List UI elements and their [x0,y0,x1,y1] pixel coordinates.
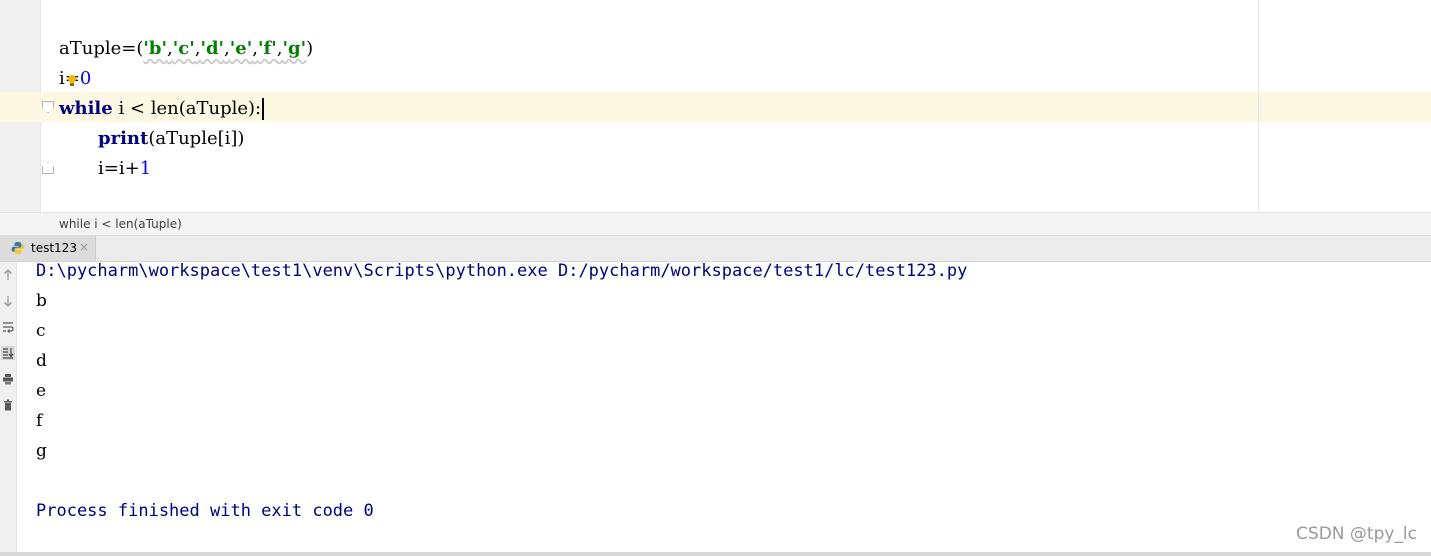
watermark: CSDN @tpy_lc [1296,524,1417,544]
code-line-4[interactable]: print(aTuple[i]) [98,124,244,154]
breadcrumb: while i < len(aTuple) [0,212,1431,236]
text-caret [262,98,265,120]
right-margin-guide [1258,0,1259,212]
breadcrumb-item[interactable]: while i < len(aTuple) [59,217,182,231]
run-console[interactable]: D:\pycharm\workspace\test1\venv\Scripts\… [0,261,1431,552]
console-output-line: g [36,441,47,461]
console-output-line: d [36,351,47,371]
tab-label: test123 [31,241,77,255]
tuple-variable: aTuple [59,38,122,59]
console-exit-message: Process finished with exit code 0 [36,501,374,521]
console-toolbar [0,262,17,552]
console-output-line: f [36,411,43,431]
soft-wrap-icon[interactable] [1,320,15,334]
intention-bulb-icon[interactable] [67,74,77,88]
scroll-to-end-icon[interactable] [1,346,15,360]
console-output-line: b [36,291,47,311]
bottom-border [0,552,1431,556]
console-output-line: e [36,381,47,401]
scroll-down-icon[interactable] [1,294,15,308]
scroll-up-icon[interactable] [1,268,15,282]
print-icon[interactable] [1,372,15,386]
console-output-line: c [36,321,46,341]
code-editor[interactable]: aTuple=('b','c','d','e','f','g') i=0 whi… [0,0,1431,212]
tuple-literal: 'b','c','d','e','f','g' [143,38,307,59]
trash-icon[interactable] [1,398,15,412]
code-line-5[interactable]: i=i+1 [98,154,151,184]
console-command-line: D:\pycharm\workspace\test1\venv\Scripts\… [36,261,968,281]
code-line-3[interactable]: while i < len(aTuple): [59,94,265,124]
close-icon[interactable]: × [79,240,89,254]
fold-close-icon[interactable] [42,162,54,174]
python-icon [11,242,25,254]
code-line-1[interactable]: aTuple=('b','c','d','e','f','g') [59,34,313,64]
